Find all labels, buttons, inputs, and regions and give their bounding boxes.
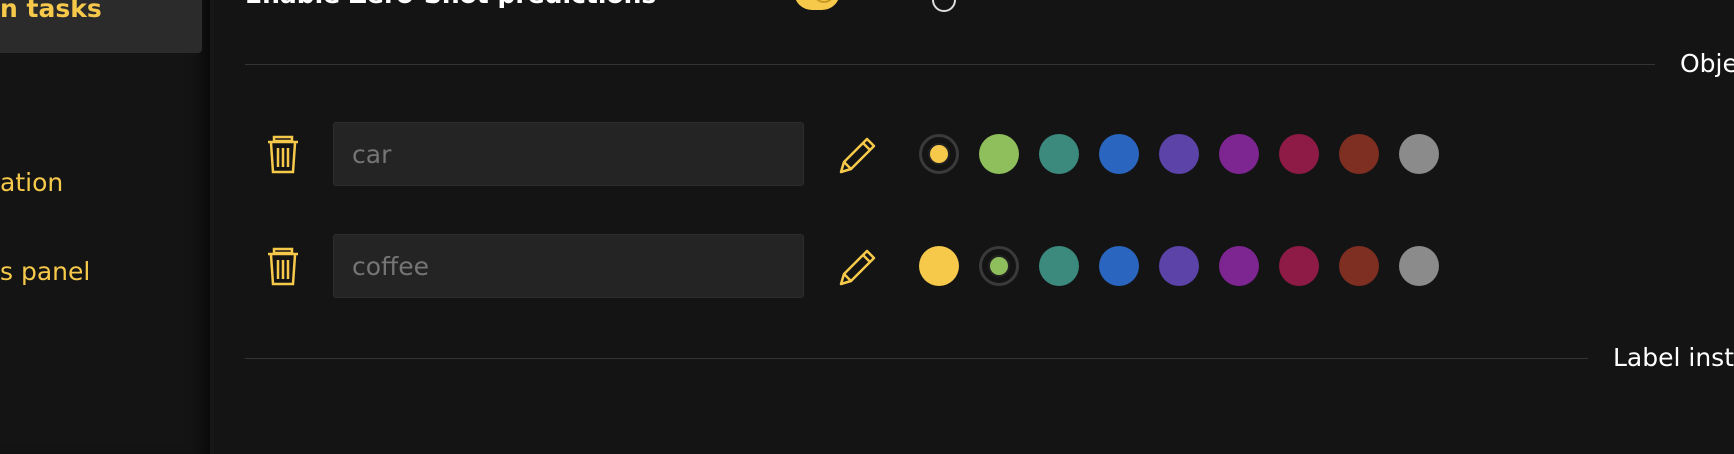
zero-shot-toggle[interactable] xyxy=(794,0,840,10)
sidebar: n tasks ation s panel xyxy=(0,0,212,454)
pencil-icon xyxy=(839,137,876,174)
label-row xyxy=(245,234,1445,298)
section-divider-objects xyxy=(245,64,1655,65)
color-swatch[interactable] xyxy=(979,134,1019,174)
color-swatch[interactable] xyxy=(919,134,959,174)
trash-icon xyxy=(268,135,298,174)
color-swatch[interactable] xyxy=(919,246,959,286)
color-swatch[interactable] xyxy=(1339,246,1379,286)
color-swatch[interactable] xyxy=(1099,134,1139,174)
label-name-input[interactable] xyxy=(333,122,804,186)
color-swatch[interactable] xyxy=(1159,246,1199,286)
trash-icon xyxy=(268,247,298,286)
delete-label-button[interactable] xyxy=(263,246,303,286)
color-swatch[interactable] xyxy=(1039,246,1079,286)
label-name-input[interactable] xyxy=(333,234,804,298)
color-swatch[interactable] xyxy=(1279,246,1319,286)
pencil-icon xyxy=(839,249,876,286)
selected-color-dot xyxy=(988,255,1010,277)
color-swatch[interactable] xyxy=(1219,134,1259,174)
delete-label-button[interactable] xyxy=(263,134,303,174)
sidebar-item-tasks[interactable]: n tasks xyxy=(0,0,202,53)
edit-label-button[interactable] xyxy=(835,132,879,176)
zero-shot-label: Enable Zero-Shot predictions xyxy=(245,0,656,9)
edit-label-button[interactable] xyxy=(835,244,879,288)
toggle-knob xyxy=(813,0,835,3)
color-swatch[interactable] xyxy=(1339,134,1379,174)
color-swatch[interactable] xyxy=(1399,134,1439,174)
color-swatch[interactable] xyxy=(979,246,1019,286)
color-swatch[interactable] xyxy=(1159,134,1199,174)
label-row xyxy=(245,122,1445,186)
color-swatch[interactable] xyxy=(1399,246,1439,286)
sidebar-item-label: n tasks xyxy=(0,0,102,23)
section-title-objects: Obje xyxy=(1680,49,1734,78)
selected-color-dot xyxy=(928,143,950,165)
sidebar-item-annotation[interactable]: ation xyxy=(0,168,63,197)
sidebar-divider xyxy=(210,0,214,454)
color-swatch[interactable] xyxy=(1219,246,1259,286)
color-swatch[interactable] xyxy=(1279,134,1319,174)
color-swatch[interactable] xyxy=(1039,134,1079,174)
section-title-label-inst: Label inst xyxy=(1613,343,1734,372)
info-icon[interactable] xyxy=(932,0,956,12)
color-swatch[interactable] xyxy=(1099,246,1139,286)
section-divider-label-inst xyxy=(245,358,1588,359)
sidebar-item-panel[interactable]: s panel xyxy=(0,257,90,286)
